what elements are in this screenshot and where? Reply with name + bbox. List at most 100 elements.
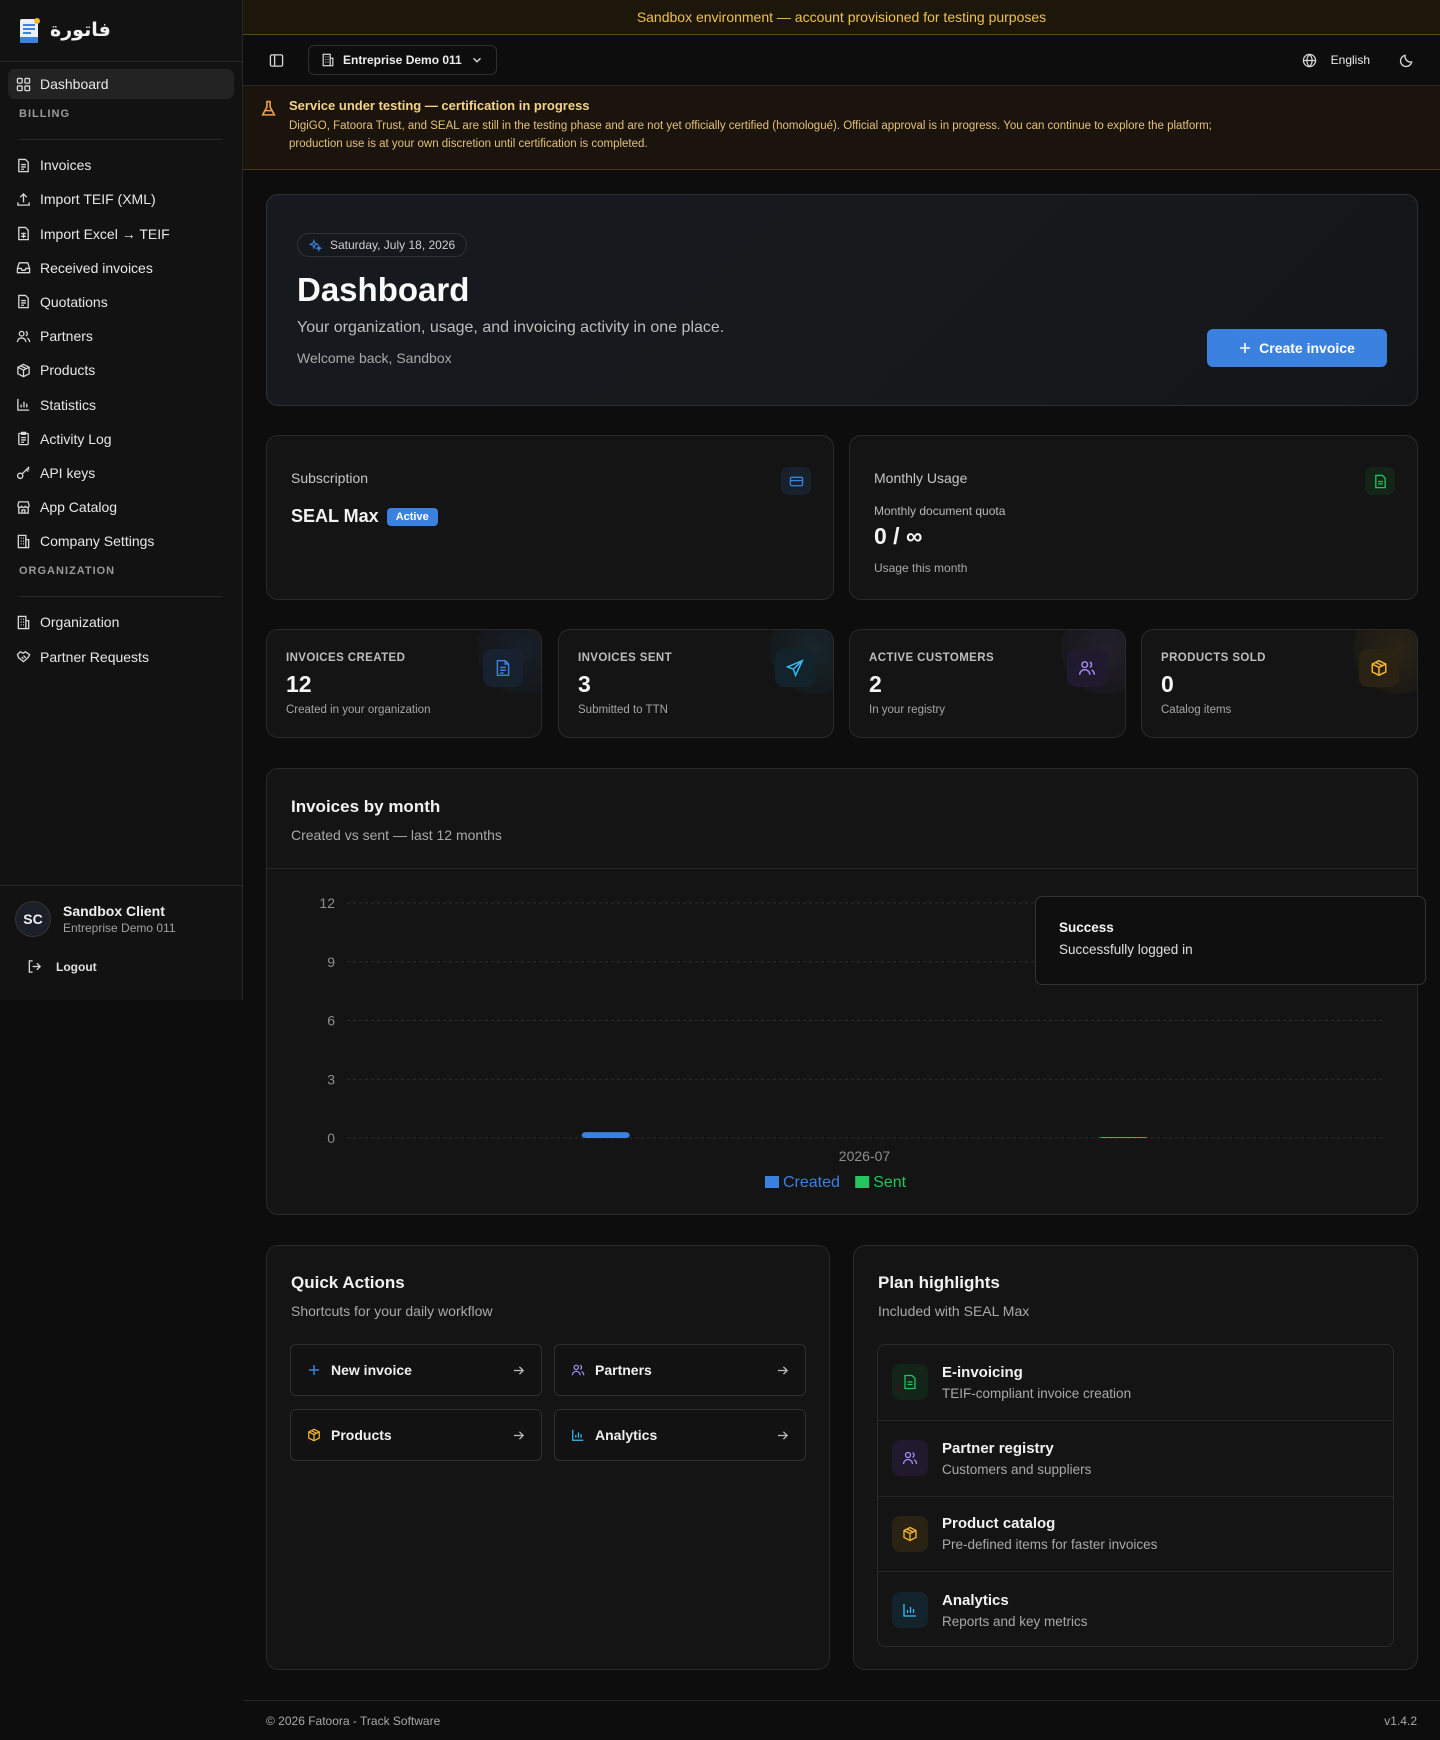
stat-value: 2 [869, 671, 882, 697]
sidebar-item-api-keys[interactable]: API keys [8, 458, 234, 488]
plan-row: SEAL Max Active [291, 506, 438, 527]
quick-action-new-invoice[interactable]: New invoice [290, 1344, 542, 1396]
create-invoice-button[interactable]: Create invoice [1207, 329, 1387, 367]
dashboard-hero: Saturday, July 18, 2026 Dashboard Your o… [266, 194, 1418, 406]
theme-toggle-button[interactable] [1396, 50, 1416, 70]
nav-section-billing: BILLING [19, 108, 70, 121]
x-tick-label: 2026-07 [839, 1148, 891, 1164]
building-icon [322, 53, 334, 67]
y-tick-label: 0 [327, 1130, 335, 1146]
users-icon [1067, 649, 1107, 687]
nav-divider [19, 139, 222, 141]
sidebar-item-organization[interactable]: Organization [8, 607, 234, 637]
file-spreadsheet-icon [18, 226, 29, 241]
clipboard-list-icon [18, 431, 29, 446]
language-selector[interactable]: English [1302, 53, 1370, 68]
sidebar-item-invoices[interactable]: Invoices [8, 150, 234, 180]
sidebar-item-quotations[interactable]: Quotations [8, 287, 234, 317]
sidebar-item-partner-requests[interactable]: Partner Requests [8, 642, 234, 672]
arrow-right-icon [513, 1365, 525, 1375]
current-date: Saturday, July 18, 2026 [330, 238, 456, 252]
invoice-logo-icon [20, 17, 40, 43]
sidebar-item-company-settings[interactable]: Company Settings [8, 526, 234, 556]
highlight-title: Analytics [942, 1591, 1009, 1609]
arrow-right-icon [777, 1365, 789, 1375]
sparkles-icon [309, 238, 322, 252]
stat-value: 12 [286, 671, 312, 697]
sidebar-item-import-excel[interactable]: Import Excel → TEIF [8, 219, 234, 249]
sidebar-item-dashboard[interactable]: Dashboard [8, 69, 234, 99]
nav-section-organization: ORGANIZATION [19, 565, 116, 578]
highlight-title: Product catalog [942, 1515, 1056, 1533]
sidebar: فاتورة Dashboard BILLING Invoices Import… [0, 0, 243, 1000]
stat-label: INVOICES SENT [578, 652, 673, 664]
plan-highlights-title: Plan highlights [878, 1273, 1000, 1292]
bar-chart-icon [572, 1429, 584, 1441]
logout-button[interactable]: Logout [27, 959, 227, 974]
highlight-desc: Reports and key metrics [942, 1613, 1088, 1629]
sidebar-item-products[interactable]: Products [8, 355, 234, 385]
package-icon [892, 1515, 928, 1552]
user-profile[interactable]: SC Sandbox Client Entreprise Demo 011 [15, 901, 227, 937]
footer: © 2026 Fatoora - Track Software v1.4.2 [243, 1700, 1440, 1740]
sidebar-item-label: Dashboard [40, 76, 109, 92]
legend-swatch [765, 1176, 779, 1188]
dashboard-grid-icon [16, 77, 31, 91]
plan-highlights-subtitle: Included with SEAL Max [878, 1303, 1030, 1319]
logout-icon [28, 960, 42, 973]
send-icon [775, 649, 815, 687]
quick-action-analytics[interactable]: Analytics [554, 1409, 806, 1461]
stat-invoices-sent: INVOICES SENT 3 Submitted to TTN [558, 629, 834, 738]
organization-name: Entreprise Demo 011 [343, 53, 462, 67]
invoices-by-month-card: Invoices by month Created vs sent — last… [266, 768, 1418, 1215]
arrow-right-icon [777, 1430, 789, 1440]
quick-actions-subtitle: Shortcuts for your daily workflow [291, 1303, 493, 1319]
sidebar-toggle-button[interactable] [263, 47, 289, 73]
success-toast[interactable]: Success Successfully logged in [1035, 896, 1426, 985]
stat-label: INVOICES CREATED [286, 652, 406, 664]
moon-icon [1399, 54, 1412, 67]
plus-icon [309, 1365, 319, 1375]
nav-divider [19, 596, 222, 598]
panel-left-icon [269, 53, 283, 67]
toast-message: Successfully logged in [1059, 942, 1193, 957]
arrow-right-icon [513, 1430, 525, 1440]
sidebar-item-label: API keys [40, 464, 96, 481]
sidebar-item-label: Received invoices [40, 259, 153, 276]
topbar: Entreprise Demo 011 English [243, 35, 1440, 86]
plan-highlights-card: Plan highlights Included with SEAL Max E… [853, 1245, 1418, 1670]
stat-sub: In your registry [869, 704, 946, 716]
globe-icon [1302, 53, 1316, 67]
logout-label: Logout [56, 959, 97, 974]
y-tick-label: 12 [319, 895, 335, 911]
sidebar-item-app-catalog[interactable]: App Catalog [8, 492, 234, 522]
sidebar-item-activity-log[interactable]: Activity Log [8, 424, 234, 454]
sidebar-item-label: App Catalog [40, 499, 118, 516]
highlight-title: Partner registry [942, 1439, 1054, 1457]
sidebar-item-label: Organization [40, 614, 120, 631]
stat-value: 0 [1161, 671, 1174, 697]
bar-chart-icon [892, 1592, 928, 1629]
quick-action-label: Analytics [595, 1427, 658, 1443]
sidebar-item-partners[interactable]: Partners [8, 321, 234, 351]
sidebar-item-received-invoices[interactable]: Received invoices [8, 253, 234, 283]
legend-swatch [855, 1176, 870, 1188]
highlight-desc: Customers and suppliers [942, 1461, 1092, 1477]
quick-action-partners[interactable]: Partners [554, 1344, 806, 1396]
y-tick-label: 3 [327, 1071, 335, 1087]
sidebar-item-label: Import Excel → TEIF [40, 225, 170, 242]
sidebar-item-import-teif[interactable]: Import TEIF (XML) [8, 184, 234, 214]
brand[interactable]: فاتورة [0, 0, 242, 62]
welcome-text: Welcome back, Sandbox [297, 350, 452, 366]
sidebar-item-label: Company Settings [40, 533, 155, 550]
user-name: Sandbox Client [63, 903, 165, 919]
avatar: SC [15, 901, 51, 937]
sidebar-item-label: Partner Requests [40, 648, 149, 665]
y-tick-label: 9 [327, 954, 335, 970]
sidebar-item-statistics[interactable]: Statistics [8, 390, 234, 420]
quick-action-label: Partners [595, 1362, 652, 1378]
organization-selector[interactable]: Entreprise Demo 011 [308, 45, 497, 75]
quick-action-products[interactable]: Products [290, 1409, 542, 1461]
sidebar-item-label: Statistics [40, 396, 97, 413]
legend-label: Created [783, 1174, 840, 1191]
